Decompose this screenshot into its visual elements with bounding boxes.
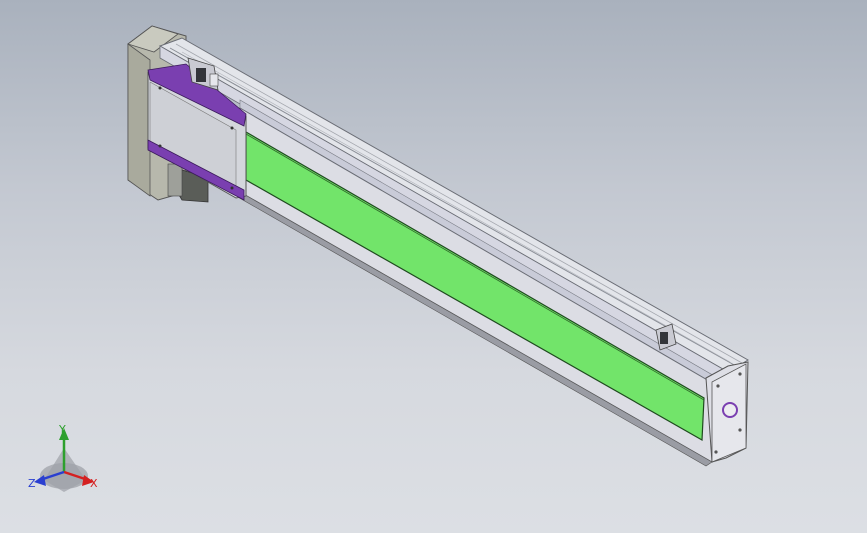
front-end-bearing xyxy=(722,402,738,418)
triad-y-label: Y xyxy=(58,423,66,436)
triad-z-arrow xyxy=(34,475,46,486)
view-orientation-triad[interactable]: Y X Z xyxy=(28,423,98,492)
profile-side-upper xyxy=(159,45,729,385)
carriage-bolt-1 xyxy=(158,86,162,90)
limit-switch-rear-body xyxy=(196,68,206,82)
slot-cover-edge xyxy=(245,133,705,401)
front-end-bolt-2 xyxy=(738,428,742,432)
triad-z-label: Z xyxy=(28,477,36,490)
profile-side-band xyxy=(239,99,729,393)
slot-cover-strip xyxy=(245,130,705,442)
limit-switch-rear-cap xyxy=(209,73,219,87)
front-end-bolt-3 xyxy=(714,450,718,454)
front-end-bolt-4 xyxy=(738,372,742,376)
carriage-bolt-4 xyxy=(230,186,234,190)
front-end-bolt-1 xyxy=(716,384,720,388)
carriage-bolt-3 xyxy=(158,144,162,148)
graphics-viewport[interactable]: Y X Z xyxy=(0,0,867,533)
triad-x-label: X xyxy=(90,477,98,490)
profile-top-surface xyxy=(158,37,749,373)
rear-end-plate-face xyxy=(127,43,151,197)
coupling-housing xyxy=(167,163,183,197)
carriage-bolt-2 xyxy=(230,126,234,130)
linear-actuator-model[interactable] xyxy=(127,25,749,467)
limit-switch-front-body xyxy=(660,332,668,344)
model-view[interactable]: Y X Z xyxy=(0,0,867,533)
